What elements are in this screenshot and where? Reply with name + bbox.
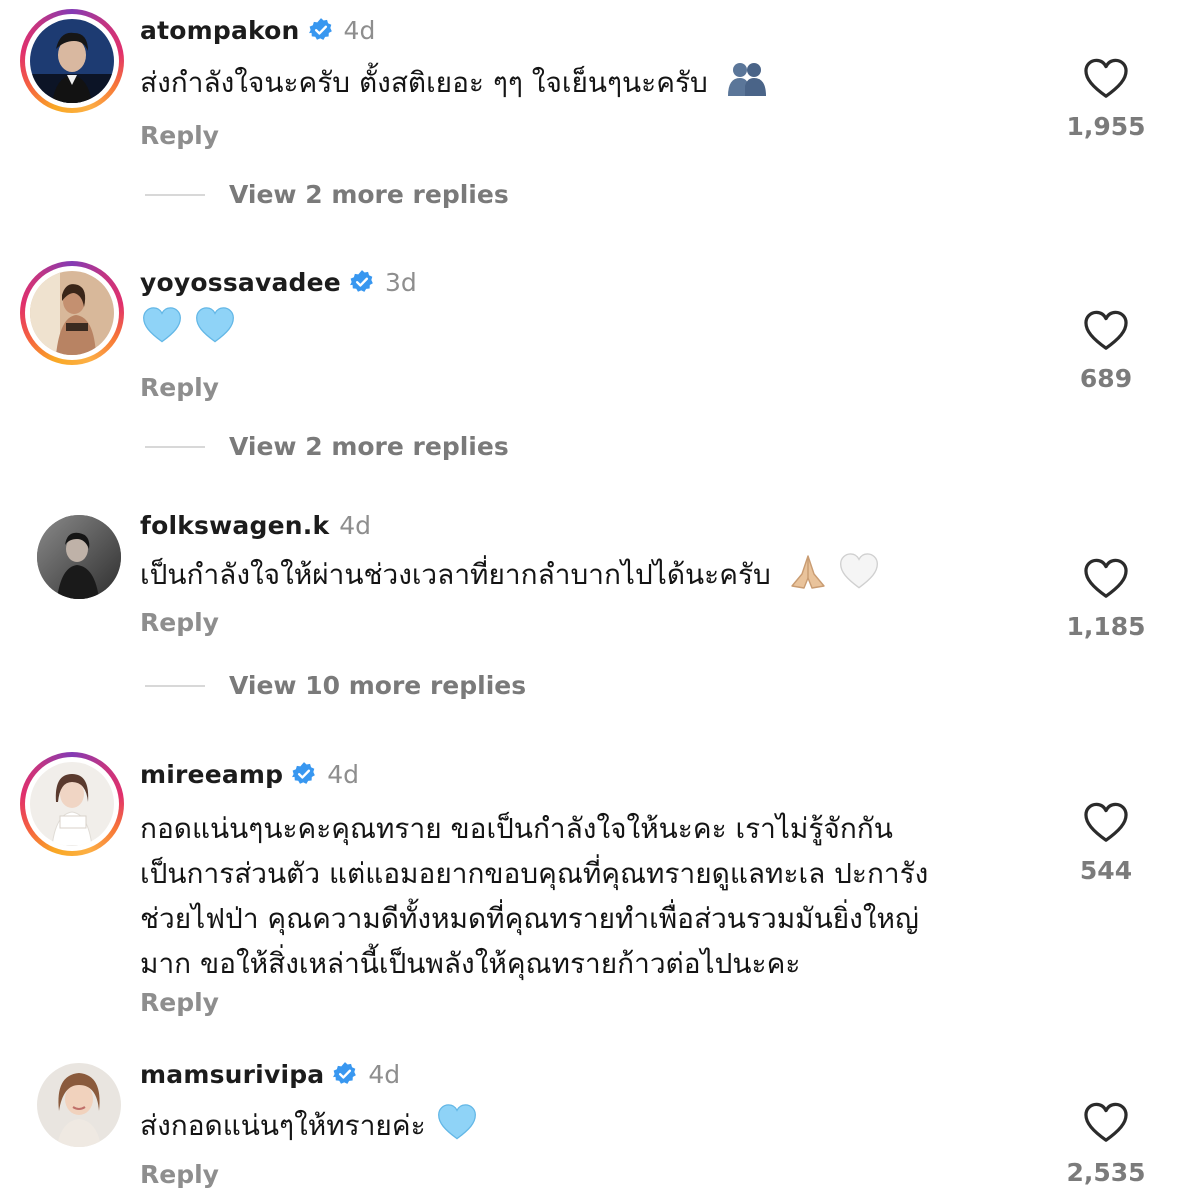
avatar-wrapper[interactable] (20, 1048, 126, 1152)
avatar (37, 515, 121, 599)
heart-icon[interactable] (1083, 310, 1129, 352)
hug-icon (725, 60, 769, 110)
comment-time: 4d (343, 15, 376, 45)
comment-header: yoyossavadee 3d (140, 265, 417, 299)
comment-time: 4d (368, 1059, 401, 1089)
comment-text-line: กอดแน่นๆนะคะคุณทราย ขอเป็นกำลังใจให้นะคะ… (140, 812, 893, 845)
light-blue-heart-icon (437, 1103, 477, 1153)
avatar (30, 271, 114, 355)
reply-button[interactable]: Reply (140, 608, 219, 637)
username[interactable]: folkswagen.k (140, 511, 329, 540)
comment-text: ส่งกอดแน่นๆให้ทรายค่ะ (140, 1103, 477, 1153)
comment-text (142, 306, 235, 356)
reply-button[interactable]: Reply (140, 373, 219, 402)
like-column: 1,955 (1062, 58, 1150, 141)
light-blue-heart-icon (195, 306, 235, 356)
verified-badge-icon (292, 762, 316, 784)
comment-time: 4d (327, 759, 360, 789)
comment-header: folkswagen.k 4d (140, 508, 371, 542)
heart-icon[interactable] (1083, 1102, 1129, 1144)
avatar-story-ring[interactable] (20, 752, 124, 856)
verified-badge-icon (308, 18, 332, 40)
avatar-wrapper[interactable] (20, 500, 126, 604)
folded-hands-icon (788, 552, 828, 602)
heart-icon[interactable] (1083, 58, 1129, 100)
view-more-replies-button[interactable]: View 10 more replies (145, 671, 526, 700)
avatar (30, 19, 114, 103)
verified-badge-icon (350, 270, 373, 292)
comment-time: 3d (384, 267, 417, 297)
avatar (37, 1063, 121, 1147)
divider (145, 684, 205, 687)
view-more-replies-button[interactable]: View 2 more replies (145, 432, 509, 461)
verified-badge-icon (333, 1062, 357, 1084)
like-count: 689 (1079, 364, 1133, 393)
comments-feed: atompakon 4d ส่งกำลังใจนะครับ ตั้งสติเยอ… (0, 0, 1181, 1200)
reply-button[interactable]: Reply (140, 1160, 219, 1189)
comment-text-line: เป็นการส่วนตัว แต่แอมอยากขอบคุณที่คุณทรา… (140, 857, 929, 890)
comment-text-line: มาก ขอให้สิ่งเหล่านี้เป็นพลังให้คุณทรายก… (140, 947, 801, 980)
heart-icon[interactable] (1083, 802, 1129, 844)
like-count: 1,185 (1066, 612, 1146, 641)
avatar-story-ring[interactable] (20, 261, 124, 365)
reply-button[interactable]: Reply (140, 121, 219, 150)
username[interactable]: atompakon (140, 16, 300, 45)
avatar-story-ring[interactable] (20, 9, 124, 113)
username[interactable]: mamsurivipa (140, 1060, 324, 1089)
comment-header: atompakon 4d (140, 13, 375, 47)
like-count: 1,955 (1066, 112, 1146, 141)
view-more-replies-label: View 10 more replies (229, 671, 527, 700)
username[interactable]: mireeamp (140, 760, 283, 789)
like-count: 2,535 (1066, 1158, 1146, 1187)
comment-time: 4d (339, 510, 372, 540)
like-column: 1,185 (1062, 558, 1150, 641)
comment-text: กอดแน่นๆนะคะคุณทราย ขอเป็นกำลังใจให้นะคะ… (140, 806, 928, 986)
comment-header: mamsurivipa 4d (140, 1057, 400, 1091)
white-heart-icon (839, 552, 879, 602)
view-more-replies-button[interactable]: View 2 more replies (145, 180, 509, 209)
heart-icon[interactable] (1083, 558, 1129, 600)
reply-button[interactable]: Reply (140, 988, 219, 1017)
like-column: 2,535 (1062, 1102, 1150, 1187)
like-column: 544 (1062, 802, 1150, 885)
comment-text-line: ช่วยไฟป่า คุณความดีทั้งหมดที่คุณทรายทำเพ… (140, 902, 919, 935)
light-blue-heart-icon (142, 306, 182, 356)
view-more-replies-label: View 2 more replies (229, 432, 509, 461)
comment-text: เป็นกำลังใจให้ผ่านช่วงเวลาที่ยากลำบากไปไ… (140, 552, 879, 602)
comment-text: ส่งกำลังใจนะครับ ตั้งสติเยอะ ๆๆ ใจเย็นๆน… (140, 60, 769, 110)
divider (145, 193, 205, 196)
view-more-replies-label: View 2 more replies (229, 180, 509, 209)
comment-header: mireeamp 4d (140, 757, 359, 791)
like-count: 544 (1079, 856, 1133, 885)
avatar (30, 762, 114, 846)
username[interactable]: yoyossavadee (140, 268, 341, 297)
divider (145, 445, 205, 448)
like-column: 689 (1062, 310, 1150, 393)
